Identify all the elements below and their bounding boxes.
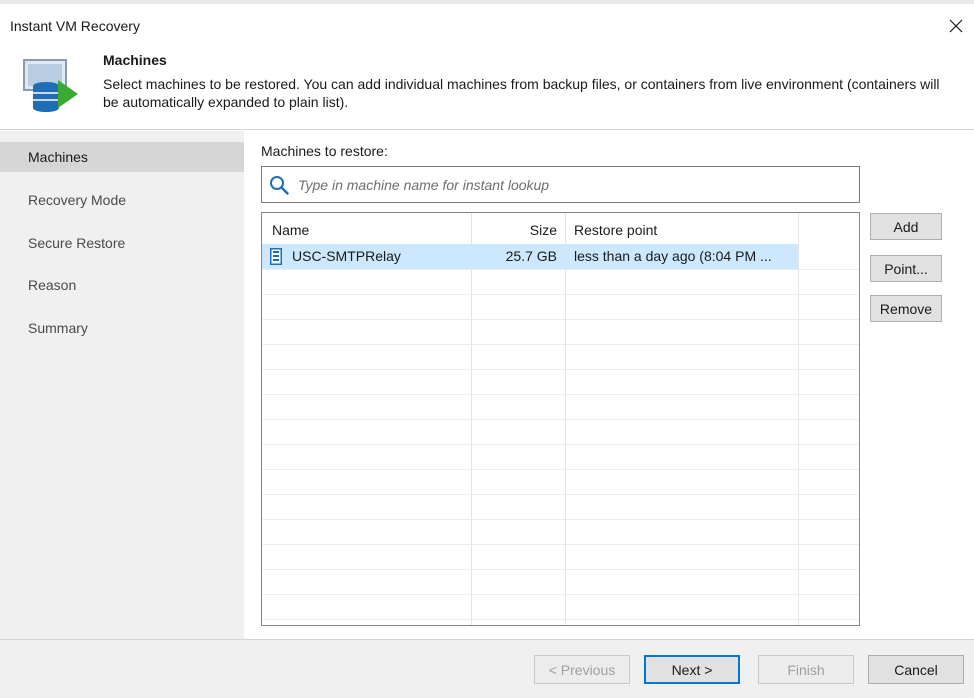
row-line <box>262 394 859 395</box>
close-icon <box>949 19 963 33</box>
window-title: Instant VM Recovery <box>10 18 140 34</box>
machines-table: Name Size Restore point USC-SMTPRelay 25… <box>261 212 860 626</box>
vm-database-restore-icon <box>23 59 78 112</box>
row-line <box>262 594 859 595</box>
close-button[interactable] <box>938 12 974 40</box>
remove-button[interactable]: Remove <box>870 295 942 322</box>
wizard-header: Machines Select machines to be restored.… <box>0 40 974 130</box>
search-input[interactable] <box>298 167 853 202</box>
row-restore-point: less than a day ago (8:04 PM ... <box>574 248 772 264</box>
wizard-steps-sidebar: Machines Recovery Mode Secure Restore Re… <box>0 131 244 639</box>
wizard-footer: < Previous Next > Finish Cancel <box>0 639 974 698</box>
vm-icon <box>270 248 282 265</box>
row-line <box>262 494 859 495</box>
row-line <box>262 469 859 470</box>
page-description: Select machines to be restored. You can … <box>103 76 940 110</box>
row-name: USC-SMTPRelay <box>292 248 401 264</box>
machines-panel: Machines to restore: Name Size Restore p… <box>244 131 974 639</box>
previous-button[interactable]: < Previous <box>534 655 630 684</box>
row-line <box>262 344 859 345</box>
title-bar: Instant VM Recovery <box>0 4 974 40</box>
table-row[interactable]: USC-SMTPRelay 25.7 GB less than a day ag… <box>262 244 798 269</box>
row-size: 25.7 GB <box>505 248 557 264</box>
sidebar-item-machines[interactable]: Machines <box>0 142 244 172</box>
machines-to-restore-label: Machines to restore: <box>261 143 388 159</box>
sidebar-item-reason[interactable]: Reason <box>0 270 244 300</box>
row-line <box>262 544 859 545</box>
column-header-restore-point[interactable]: Restore point <box>566 213 798 243</box>
column-header-name[interactable]: Name <box>264 213 471 243</box>
row-line <box>262 444 859 445</box>
row-line <box>262 619 859 620</box>
column-header-size[interactable]: Size <box>471 213 565 243</box>
search-icon <box>270 176 289 195</box>
cancel-button[interactable]: Cancel <box>868 655 964 684</box>
next-button[interactable]: Next > <box>644 655 740 684</box>
page-title: Machines <box>103 52 167 68</box>
sidebar-item-recovery-mode[interactable]: Recovery Mode <box>0 185 244 215</box>
instant-vm-recovery-dialog: Instant VM Recovery Machines Select mach… <box>0 0 974 698</box>
sidebar-item-secure-restore[interactable]: Secure Restore <box>0 228 244 258</box>
row-line <box>262 369 859 370</box>
row-line <box>262 319 859 320</box>
table-header: Name Size Restore point <box>262 213 859 243</box>
search-box <box>261 166 860 203</box>
row-line <box>262 419 859 420</box>
row-line <box>262 269 859 270</box>
add-button[interactable]: Add <box>870 213 942 240</box>
row-line <box>262 294 859 295</box>
sidebar-item-summary[interactable]: Summary <box>0 313 244 343</box>
row-line <box>262 519 859 520</box>
point-button[interactable]: Point... <box>870 255 942 282</box>
finish-button[interactable]: Finish <box>758 655 854 684</box>
row-line <box>262 569 859 570</box>
